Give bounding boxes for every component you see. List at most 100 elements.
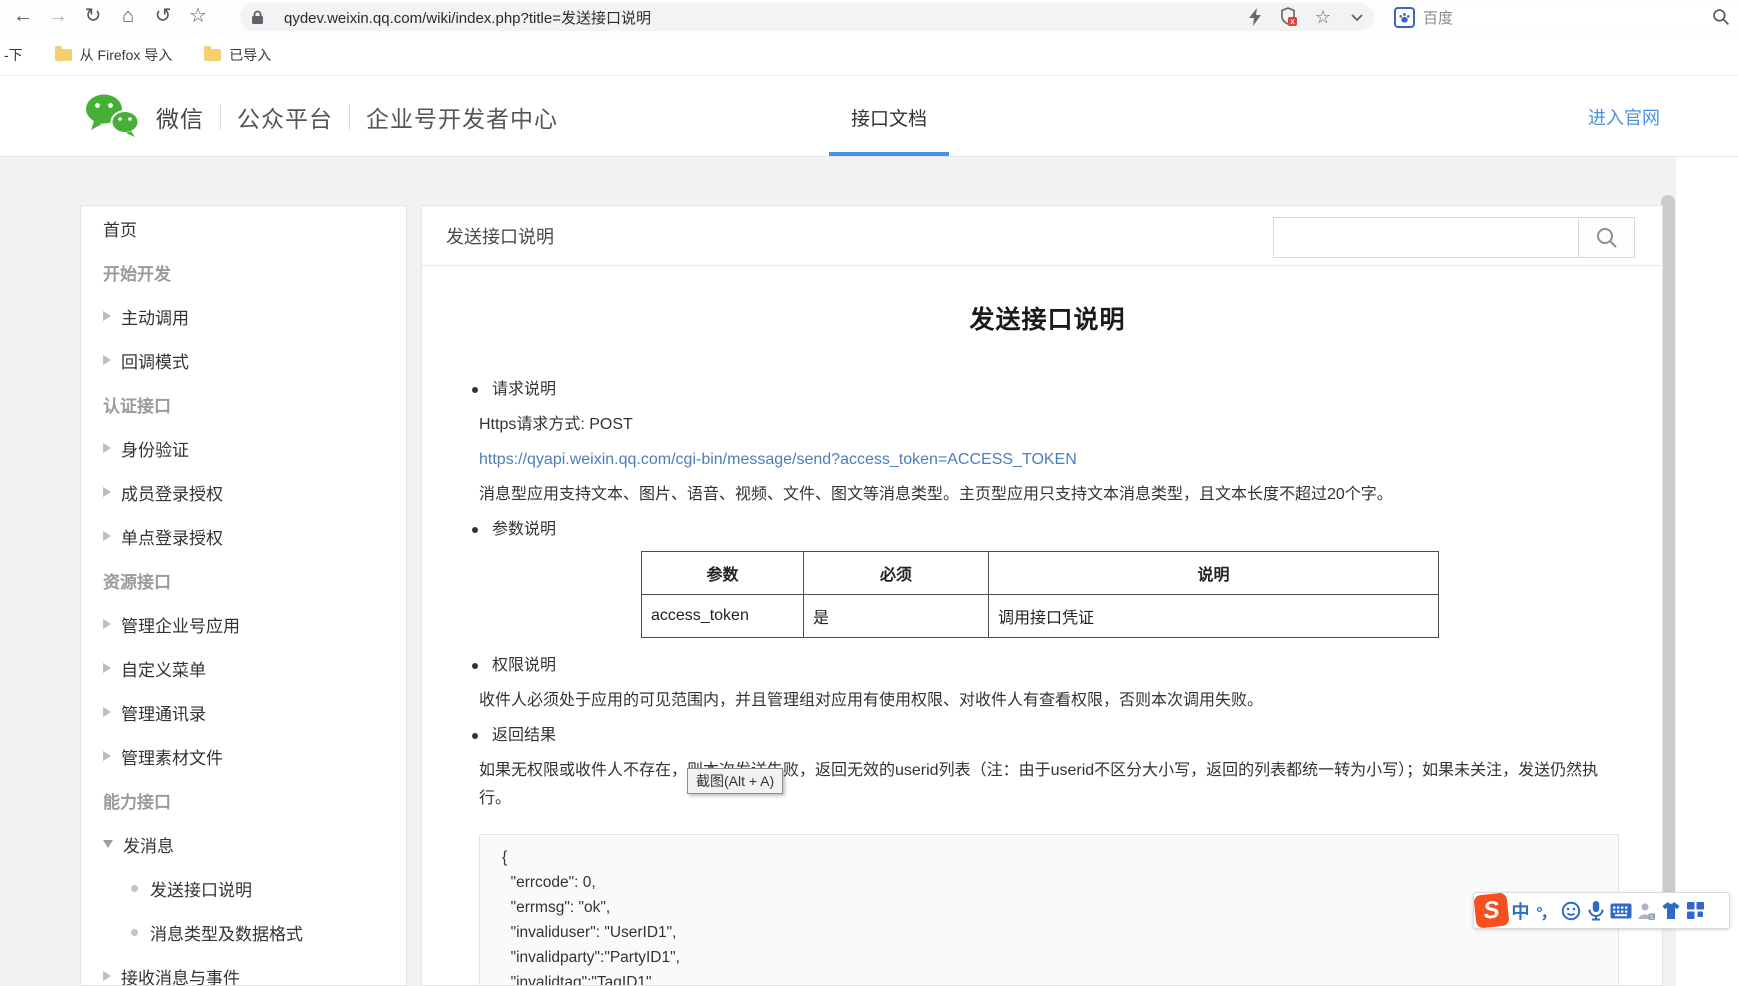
sidebar-item-identity-verify[interactable]: 身份验证 bbox=[81, 426, 406, 470]
doc-title-row: 发送接口说明 bbox=[422, 206, 1662, 266]
params-table: 参数 必须 说明 access_token 是 调用接口凭证 bbox=[641, 551, 1439, 638]
browser-window: ← → ↻ ⌂ ↺ ☆ qydev.weixin.qq.com/wiki/ind… bbox=[0, 0, 1738, 986]
sidebar-item-send-message[interactable]: 发消息 bbox=[81, 822, 406, 866]
ime-punctuation-icon[interactable]: °， bbox=[1533, 892, 1558, 929]
sidebar-item-message-types[interactable]: 消息类型及数据格式 bbox=[81, 910, 406, 954]
code-line: "errcode": 0, bbox=[502, 870, 1618, 895]
sidebar-item-callback-mode[interactable]: 回调模式 bbox=[81, 338, 406, 382]
svg-text:x: x bbox=[1290, 17, 1295, 26]
col-required: 必须 bbox=[804, 552, 989, 595]
ime-voice-icon[interactable] bbox=[1583, 892, 1608, 929]
section-permission-heading: 权限说明 bbox=[479, 652, 1616, 680]
tab-active-underline bbox=[829, 152, 949, 156]
sidebar-item-manage-apps[interactable]: 管理企业号应用 bbox=[81, 602, 406, 646]
brand-devcenter[interactable]: 企业号开发者中心 bbox=[366, 100, 558, 134]
shield-blocked-icon[interactable]: x bbox=[1272, 3, 1306, 31]
collapsed-arrow-icon bbox=[103, 707, 111, 717]
page-title: 发送接口说明 bbox=[479, 300, 1616, 336]
bullet-dot-icon bbox=[131, 929, 138, 936]
col-param: 参数 bbox=[642, 552, 804, 595]
section-request-heading: 请求说明 bbox=[479, 376, 1616, 404]
baidu-logo-icon bbox=[1394, 7, 1415, 28]
brand: 微信 公众平台 企业号开发者中心 bbox=[84, 77, 558, 157]
request-desc: 消息型应用支持文本、图片、语音、视频、文件、图文等消息类型。主页型应用只支持文本… bbox=[479, 481, 1616, 509]
sidebar-item-member-login-auth[interactable]: 成员登录授权 bbox=[81, 470, 406, 514]
undo-icon[interactable]: ↺ bbox=[148, 0, 178, 34]
col-desc: 说明 bbox=[989, 552, 1439, 595]
sidebar-item-home[interactable]: 首页 bbox=[81, 206, 406, 250]
table-row: access_token 是 调用接口凭证 bbox=[642, 595, 1439, 638]
sidebar-item-receive-messages[interactable]: 接收消息与事件 bbox=[81, 954, 406, 986]
collapsed-arrow-icon bbox=[103, 487, 111, 497]
ime-account-icon[interactable]: S bbox=[1633, 892, 1658, 929]
baidu-search-box[interactable]: 百度 bbox=[1386, 3, 1738, 31]
url-bar[interactable]: qydev.weixin.qq.com/wiki/index.php?title… bbox=[240, 3, 1374, 31]
url-text[interactable]: qydev.weixin.qq.com/wiki/index.php?title… bbox=[284, 7, 1238, 28]
sidebar-item-custom-menu[interactable]: 自定义菜单 bbox=[81, 646, 406, 690]
cell-desc: 调用接口凭证 bbox=[989, 595, 1439, 638]
sidebar-section-resource-api: 资源接口 bbox=[81, 558, 406, 602]
sogou-logo-icon[interactable]: S bbox=[1473, 892, 1509, 928]
main-content: 发送接口说明 发送接口说明 请求说明 Https请求方式: POST https… bbox=[421, 205, 1663, 986]
ime-toolbox-icon[interactable] bbox=[1683, 892, 1708, 929]
collapsed-arrow-icon bbox=[103, 443, 111, 453]
ime-chinese-mode-icon[interactable]: 中 bbox=[1508, 892, 1533, 929]
sidebar-item-active-call[interactable]: 主动调用 bbox=[81, 294, 406, 338]
collapsed-arrow-icon bbox=[103, 355, 111, 365]
cell-required: 是 bbox=[804, 595, 989, 638]
lock-icon bbox=[240, 3, 274, 31]
bookmark-partial[interactable]: -下 bbox=[4, 45, 23, 65]
code-block: { "errcode": 0, "errmsg": "ok", "invalid… bbox=[479, 834, 1619, 986]
bookmark-folder-firefox[interactable]: 从 Firefox 导入 bbox=[55, 45, 173, 65]
bookmarks-bar: -下 从 Firefox 导入 已导入 bbox=[0, 34, 1738, 76]
folder-icon bbox=[204, 49, 221, 61]
code-line: "errmsg": "ok", bbox=[502, 895, 1618, 920]
breadcrumb: 发送接口说明 bbox=[446, 206, 554, 266]
bookmark-star-icon[interactable]: ☆ bbox=[183, 0, 213, 34]
folder-icon bbox=[55, 49, 72, 61]
sidebar-item-send-api-desc[interactable]: 发送接口说明 bbox=[81, 866, 406, 910]
ime-toolbar: S 中 °， S bbox=[1473, 892, 1730, 929]
tab-api-docs[interactable]: 接口文档 bbox=[829, 77, 949, 157]
sidebar-section-capability-api: 能力接口 bbox=[81, 778, 406, 822]
forward-icon[interactable]: → bbox=[43, 0, 73, 34]
toolbar-search-icon[interactable] bbox=[1704, 3, 1738, 31]
baidu-search-label: 百度 bbox=[1423, 7, 1704, 28]
section-params-heading: 参数说明 bbox=[479, 516, 1616, 544]
refresh-icon[interactable]: ↻ bbox=[78, 0, 108, 34]
ime-emoji-icon[interactable] bbox=[1558, 892, 1583, 929]
section-result-heading: 返回结果 bbox=[479, 722, 1616, 750]
sidebar-item-sso-auth[interactable]: 单点登录授权 bbox=[81, 514, 406, 558]
doc-search-button[interactable] bbox=[1578, 217, 1635, 258]
bullet-dot-icon bbox=[131, 885, 138, 892]
collapsed-arrow-icon bbox=[103, 751, 111, 761]
collapsed-arrow-icon bbox=[103, 619, 111, 629]
code-line: "invalidtag":"TagID1" bbox=[502, 970, 1618, 986]
sidebar-item-manage-media[interactable]: 管理素材文件 bbox=[81, 734, 406, 778]
page-scrollbar[interactable] bbox=[1661, 195, 1675, 899]
expanded-arrow-icon bbox=[103, 840, 113, 848]
bookmark-folder-imported[interactable]: 已导入 bbox=[204, 45, 271, 65]
sidebar-item-manage-contacts[interactable]: 管理通讯录 bbox=[81, 690, 406, 734]
brand-wechat[interactable]: 微信 bbox=[156, 100, 204, 134]
chevron-down-icon[interactable] bbox=[1340, 3, 1374, 31]
doc-search-input[interactable] bbox=[1273, 217, 1579, 258]
request-method: Https请求方式: POST bbox=[479, 411, 1616, 439]
back-icon[interactable]: ← bbox=[8, 0, 38, 34]
collapsed-arrow-icon bbox=[103, 663, 111, 673]
svg-text:S: S bbox=[1649, 914, 1653, 920]
site-header: 微信 公众平台 企业号开发者中心 接口文档 进入官网 bbox=[0, 77, 1738, 157]
ime-skin-icon[interactable] bbox=[1658, 892, 1683, 929]
api-endpoint-link[interactable]: https://qyapi.weixin.qq.com/cgi-bin/mess… bbox=[479, 451, 1077, 468]
page-star-icon[interactable]: ☆ bbox=[1306, 3, 1340, 31]
ime-keyboard-icon[interactable] bbox=[1608, 892, 1633, 929]
home-icon[interactable]: ⌂ bbox=[113, 0, 143, 34]
enter-official-site-link[interactable]: 进入官网 bbox=[1588, 77, 1660, 157]
collapsed-arrow-icon bbox=[103, 531, 111, 541]
brand-platform[interactable]: 公众平台 bbox=[237, 100, 333, 134]
flash-icon[interactable] bbox=[1238, 3, 1272, 31]
cell-param: access_token bbox=[642, 595, 804, 638]
collapsed-arrow-icon bbox=[103, 971, 111, 981]
code-line: { bbox=[502, 845, 1618, 870]
code-line: "invaliduser": "UserID1", bbox=[502, 920, 1618, 945]
